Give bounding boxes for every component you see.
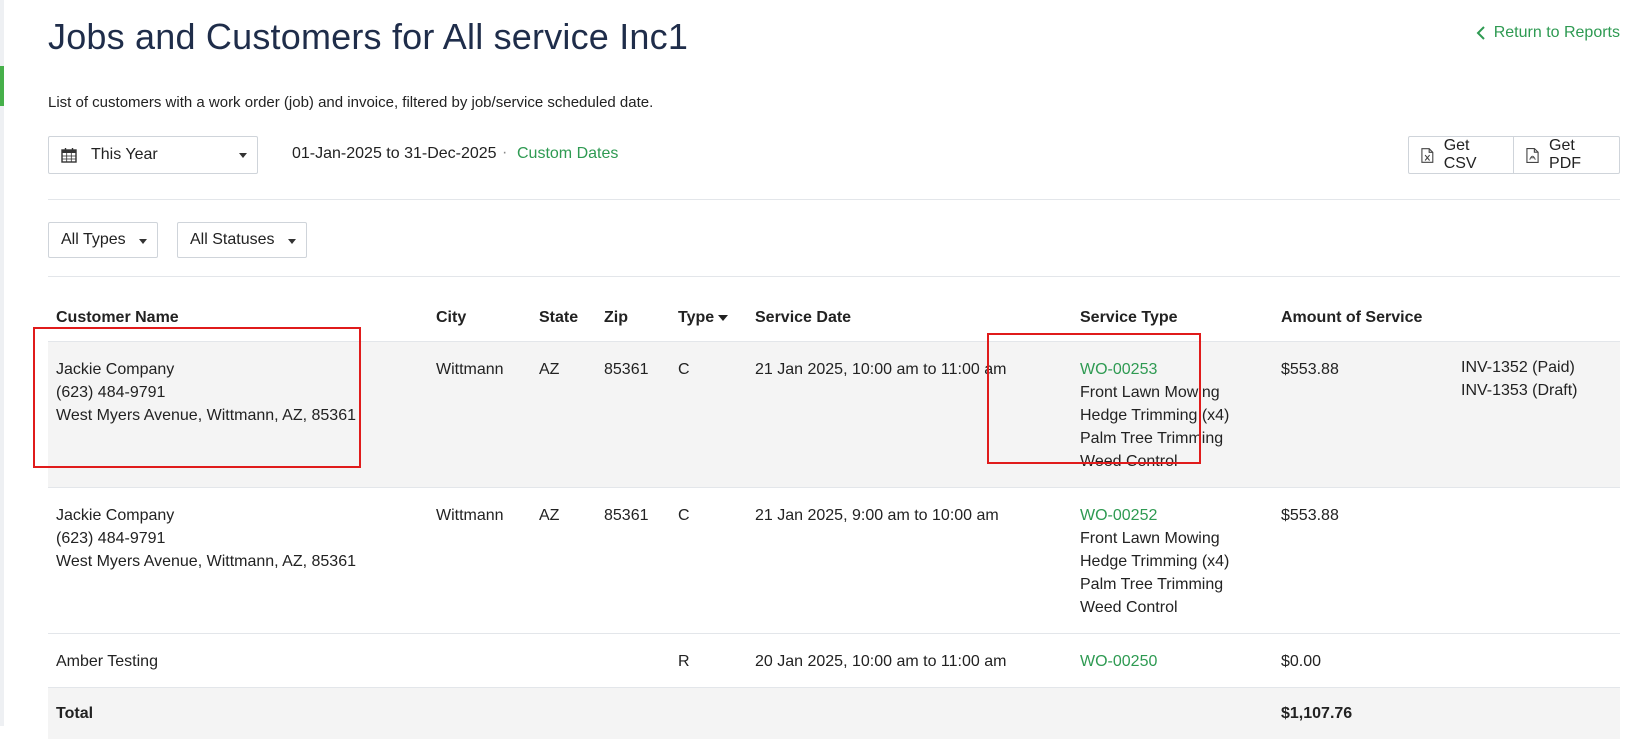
type-cell: R	[670, 634, 747, 688]
sort-desc-icon	[718, 315, 728, 321]
divider	[48, 276, 1620, 277]
divider	[48, 199, 1620, 200]
work-order-link[interactable]: WO-00250	[1080, 650, 1265, 673]
export-button-group: Get CSV Get PDF	[1408, 136, 1620, 174]
type-cell: C	[670, 342, 747, 488]
table-row: Jackie Company (623) 484-9791 West Myers…	[48, 488, 1620, 634]
customer-name: Jackie Company	[56, 358, 420, 381]
get-pdf-button[interactable]: Get PDF	[1514, 136, 1620, 174]
get-csv-label: Get CSV	[1444, 137, 1501, 173]
service-item: Front Lawn Mowing	[1080, 381, 1265, 404]
customer-cell: Jackie Company (623) 484-9791 West Myers…	[48, 488, 428, 634]
pdf-file-icon	[1526, 147, 1539, 164]
type-filter-select[interactable]: All Types	[48, 222, 158, 258]
total-amount: $1,107.76	[1273, 688, 1453, 739]
customer-name: Amber Testing	[56, 650, 420, 673]
type-cell: C	[670, 488, 747, 634]
col-header-state[interactable]: State	[531, 296, 596, 342]
zip-cell	[596, 634, 670, 688]
period-select-label: This Year	[91, 146, 158, 164]
service-type-cell: WO-00253 Front Lawn Mowing Hedge Trimmin…	[1072, 342, 1273, 488]
status-filter-select[interactable]: All Statuses	[177, 222, 307, 258]
date-separator: ·	[502, 144, 507, 162]
customer-phone: (623) 484-9791	[56, 527, 420, 550]
zip-cell: 85361	[596, 488, 670, 634]
customer-phone: (623) 484-9791	[56, 381, 420, 404]
date-range-text: 01-Jan-2025 to 31-Dec-2025	[292, 145, 497, 163]
invoices-cell	[1453, 634, 1620, 688]
zip-cell: 85361	[596, 342, 670, 488]
table-row: Amber Testing R 20 Jan 2025, 10:00 am to…	[48, 634, 1620, 688]
service-type-cell: WO-00252 Front Lawn Mowing Hedge Trimmin…	[1072, 488, 1273, 634]
customer-cell: Jackie Company (623) 484-9791 West Myers…	[48, 342, 428, 488]
service-date-cell: 20 Jan 2025, 10:00 am to 11:00 am	[747, 634, 1072, 688]
amount-cell: $553.88	[1273, 488, 1453, 634]
chevron-left-icon	[1476, 26, 1486, 40]
jobs-customers-table: Customer Name City State Zip Type Servic…	[48, 296, 1620, 739]
service-item: Palm Tree Trimming	[1080, 573, 1265, 596]
work-order-link[interactable]: WO-00252	[1080, 504, 1265, 527]
col-header-service-date[interactable]: Service Date	[747, 296, 1072, 342]
invoice-link[interactable]: INV-1352 (Paid)	[1461, 356, 1612, 379]
table-row: Jackie Company (623) 484-9791 West Myers…	[48, 342, 1620, 488]
calendar-icon	[61, 147, 77, 163]
table-header-row: Customer Name City State Zip Type Servic…	[48, 296, 1620, 342]
col-header-type[interactable]: Type	[670, 296, 747, 342]
city-cell: Wittmann	[428, 488, 531, 634]
page-subtitle: List of customers with a work order (job…	[48, 94, 653, 111]
return-to-reports-label: Return to Reports	[1494, 24, 1620, 42]
get-csv-button[interactable]: Get CSV	[1408, 136, 1514, 174]
state-cell: AZ	[531, 342, 596, 488]
amount-cell: $553.88	[1273, 342, 1453, 488]
invoices-cell	[1453, 488, 1620, 634]
service-item: Front Lawn Mowing	[1080, 527, 1265, 550]
date-filter-row: This Year 01-Jan-2025 to 31-Dec-2025 · C…	[48, 136, 1620, 174]
csv-file-icon	[1421, 147, 1434, 164]
state-cell: AZ	[531, 488, 596, 634]
service-item: Hedge Trimming (x4)	[1080, 550, 1265, 573]
left-rail-accent	[0, 66, 4, 106]
city-cell: Wittmann	[428, 342, 531, 488]
col-header-type-label: Type	[678, 309, 714, 326]
service-date-cell: 21 Jan 2025, 9:00 am to 10:00 am	[747, 488, 1072, 634]
work-order-link[interactable]: WO-00253	[1080, 358, 1265, 381]
caret-down-icon	[239, 153, 247, 158]
total-row: Total $1,107.76	[48, 688, 1620, 739]
period-select[interactable]: This Year	[48, 136, 258, 174]
service-item: Hedge Trimming (x4)	[1080, 404, 1265, 427]
invoice-link[interactable]: INV-1353 (Draft)	[1461, 379, 1612, 402]
left-rail	[0, 0, 4, 726]
status-filter-label: All Statuses	[190, 231, 274, 249]
custom-dates-link[interactable]: Custom Dates	[517, 145, 618, 163]
invoices-cell: INV-1352 (Paid) INV-1353 (Draft)	[1453, 342, 1620, 488]
col-header-customer-name[interactable]: Customer Name	[48, 296, 428, 342]
page-title: Jobs and Customers for All service Inc1	[48, 16, 688, 58]
return-to-reports-link[interactable]: Return to Reports	[1476, 24, 1620, 42]
amount-cell: $0.00	[1273, 634, 1453, 688]
customer-address: West Myers Avenue, Wittmann, AZ, 85361	[56, 404, 420, 427]
service-type-cell: WO-00250	[1072, 634, 1273, 688]
customer-cell: Amber Testing	[48, 634, 428, 688]
service-item: Palm Tree Trimming	[1080, 427, 1265, 450]
type-filter-label: All Types	[61, 231, 126, 249]
customer-address: West Myers Avenue, Wittmann, AZ, 85361	[56, 550, 420, 573]
city-cell	[428, 634, 531, 688]
col-header-zip[interactable]: Zip	[596, 296, 670, 342]
service-item: Weed Control	[1080, 450, 1265, 473]
service-date-cell: 21 Jan 2025, 10:00 am to 11:00 am	[747, 342, 1072, 488]
col-header-amount[interactable]: Amount of Service	[1273, 296, 1453, 342]
col-header-city[interactable]: City	[428, 296, 531, 342]
col-header-service-type[interactable]: Service Type	[1072, 296, 1273, 342]
customer-name: Jackie Company	[56, 504, 420, 527]
state-cell	[531, 634, 596, 688]
caret-down-icon	[139, 239, 147, 244]
caret-down-icon	[288, 239, 296, 244]
col-header-invoices	[1453, 296, 1620, 342]
total-label: Total	[48, 688, 428, 739]
get-pdf-label: Get PDF	[1549, 137, 1607, 173]
service-item: Weed Control	[1080, 596, 1265, 619]
